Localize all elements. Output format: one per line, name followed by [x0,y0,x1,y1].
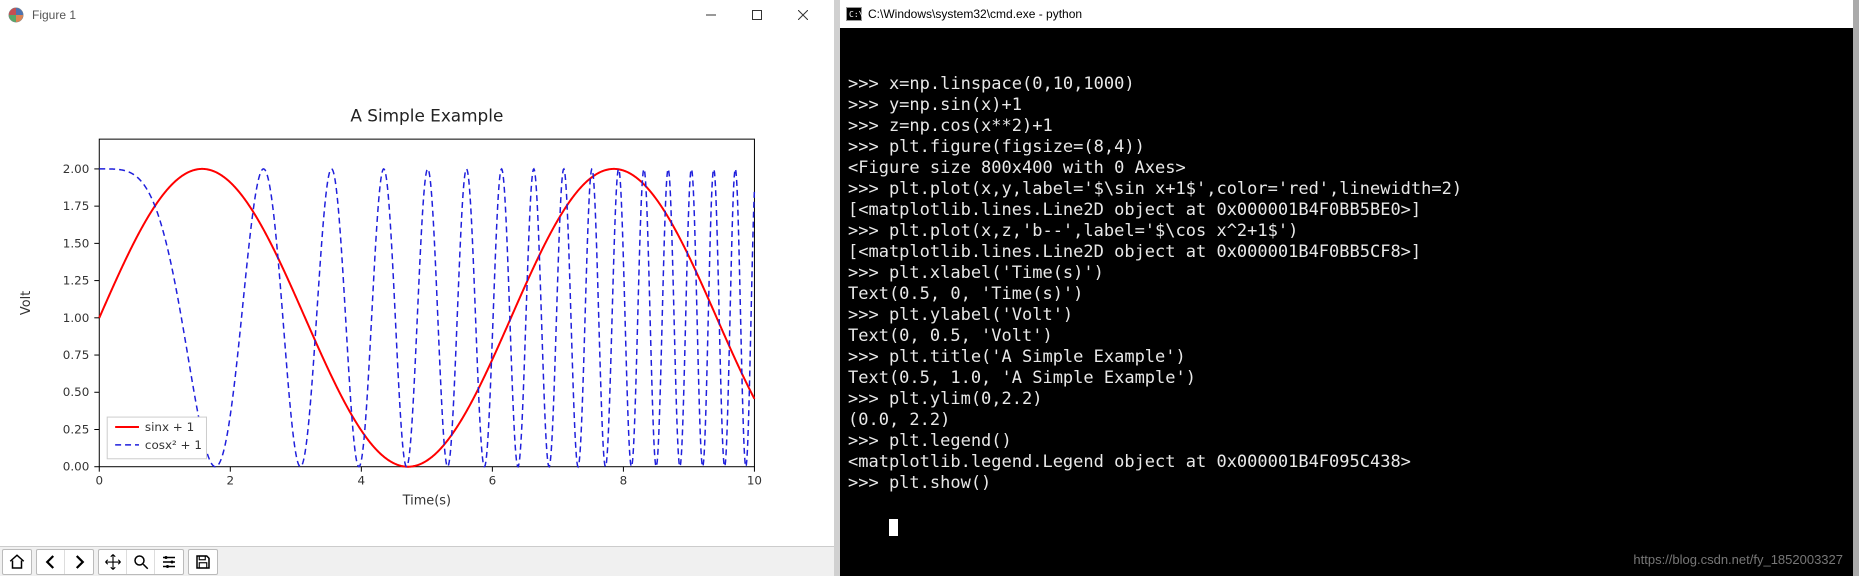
cmd-cursor [889,519,898,536]
cmd-icon: C:\ [846,7,862,21]
figure-title-text: Figure 1 [32,8,688,22]
x-axis-label: Time(s) [402,493,451,508]
plot-canvas[interactable]: A Simple Example Time(s) Volt 0 2 4 6 8 10 0.00 0.… [0,30,834,546]
figure-titlebar: Figure 1 [0,0,834,30]
y-tick-label: 0.00 [63,460,90,474]
legend-label: sinx + 1 [145,420,194,434]
x-tick-label: 4 [358,474,366,488]
x-tick-label: 10 [747,474,762,488]
save-icon[interactable] [189,550,217,574]
back-icon[interactable] [37,550,65,574]
configure-icon[interactable] [155,550,183,574]
y-tick-label: 0.25 [63,422,90,436]
legend-label: cosx² + 1 [145,438,202,452]
window-controls [688,0,826,30]
pan-icon[interactable] [99,550,127,574]
x-tick-label: 2 [227,474,235,488]
y-tick-label: 1.00 [63,311,90,325]
y-tick-label: 1.75 [63,199,90,213]
x-tick-label: 6 [489,474,497,488]
watermark-text: https://blog.csdn.net/fy_1852003327 [1633,549,1843,570]
y-tick-label: 0.75 [63,348,90,362]
y-tick-label: 2.00 [63,162,90,176]
chart-title: A Simple Example [350,105,503,125]
zoom-icon[interactable] [127,550,155,574]
close-button[interactable] [780,0,826,30]
matplotlib-toolbar [0,546,834,576]
matplotlib-icon [8,7,24,23]
minimize-button[interactable] [688,0,734,30]
figure-window: Figure 1 A Simple Example Time(s) Volt 0 2 4 6… [0,0,840,576]
y-tick-label: 1.25 [63,274,90,288]
cmd-window: C:\ C:\Windows\system32\cmd.exe - python… [840,0,1853,576]
maximize-button[interactable] [734,0,780,30]
forward-icon[interactable] [65,550,93,574]
cmd-title-text: C:\Windows\system32\cmd.exe - python [868,7,1082,21]
y-tick-label: 0.50 [63,385,90,399]
y-axis-label: Volt [19,291,34,315]
home-icon[interactable] [3,550,31,574]
cmd-titlebar: C:\ C:\Windows\system32\cmd.exe - python [840,0,1853,28]
x-tick-label: 8 [620,474,628,488]
y-tick-label: 1.50 [63,236,90,250]
cmd-output[interactable]: >>> x=np.linspace(0,10,1000) >>> y=np.si… [840,28,1853,576]
x-tick-label: 0 [95,474,103,488]
